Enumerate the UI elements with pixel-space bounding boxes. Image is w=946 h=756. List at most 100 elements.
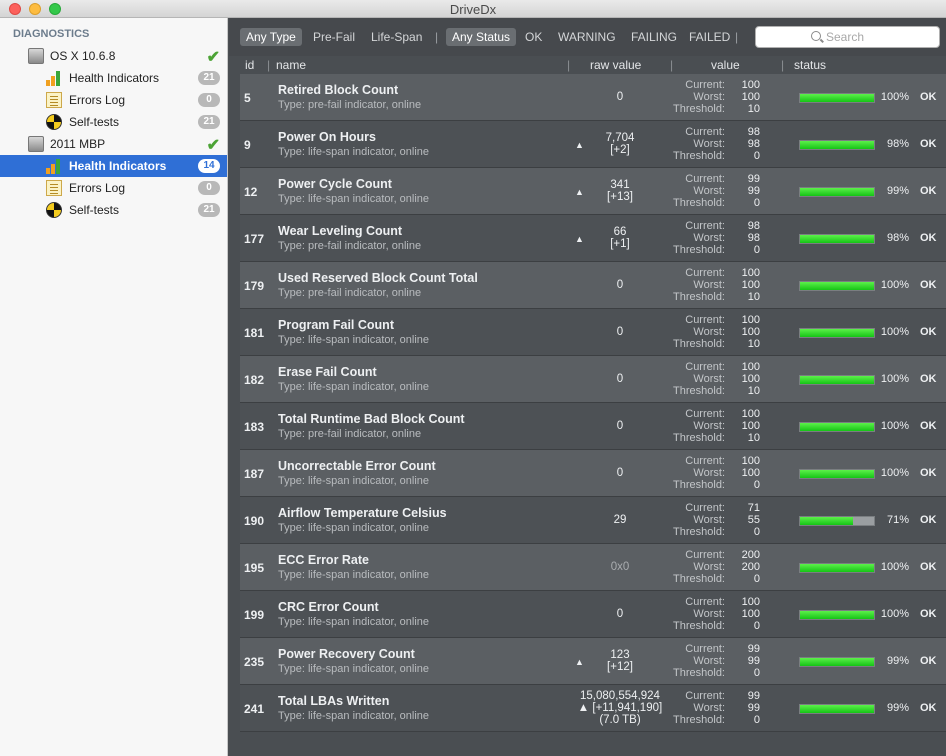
table-row[interactable]: 183 Total Runtime Bad Block Count Type: … bbox=[240, 403, 946, 450]
worst-label: Worst: bbox=[693, 702, 725, 714]
sidebar-item-errors-log[interactable]: Errors Log 0 bbox=[0, 177, 227, 199]
filter-any-type[interactable]: Any Type bbox=[240, 28, 302, 46]
health-percent: 99% bbox=[886, 702, 909, 714]
count-badge: 0 bbox=[198, 181, 220, 195]
column-header-name[interactable]: name bbox=[276, 58, 306, 72]
table-row[interactable]: 187 Uncorrectable Error Count Type: life… bbox=[240, 450, 946, 497]
attribute-type: Type: life-span indicator, online bbox=[278, 381, 430, 393]
status-text: OK bbox=[920, 326, 937, 338]
table-row[interactable]: 190 Airflow Temperature Celsius Type: li… bbox=[240, 497, 946, 544]
current-label: Current: bbox=[685, 455, 725, 467]
column-header-raw-value[interactable]: raw value bbox=[590, 58, 641, 72]
table-row[interactable]: 199 CRC Error Count Type: life-span indi… bbox=[240, 591, 946, 638]
worst-value: 200 bbox=[741, 561, 760, 573]
health-progress-fill bbox=[800, 235, 874, 243]
health-progress-bar bbox=[799, 140, 875, 150]
raw-value-line: 123 bbox=[610, 649, 630, 661]
column-header-id[interactable]: id bbox=[245, 58, 254, 72]
sidebar-item-health-indicators[interactable]: Health Indicators 14 bbox=[0, 155, 227, 177]
column-header-status[interactable]: status bbox=[794, 58, 826, 72]
health-percent: 99% bbox=[886, 655, 909, 667]
filter-pre-fail[interactable]: Pre-Fail bbox=[307, 28, 361, 46]
worst-label: Worst: bbox=[693, 420, 725, 432]
table-row[interactable]: 241 Total LBAs Written Type: life-span i… bbox=[240, 685, 946, 732]
current-label: Current: bbox=[685, 267, 725, 279]
search-input[interactable] bbox=[826, 29, 936, 45]
raw-value-line: 29 bbox=[613, 514, 627, 526]
worst-value: 98 bbox=[747, 138, 760, 150]
health-progress-bar bbox=[799, 610, 875, 620]
column-divider: | bbox=[267, 58, 271, 72]
worst-value: 55 bbox=[747, 514, 760, 526]
worst-value: 100 bbox=[741, 279, 760, 291]
threshold-label: Threshold: bbox=[673, 291, 725, 303]
threshold-label: Threshold: bbox=[673, 338, 725, 350]
status-text: OK bbox=[920, 467, 937, 479]
filter-life-span[interactable]: Life-Span bbox=[365, 28, 428, 46]
threshold-label: Threshold: bbox=[673, 573, 725, 585]
filter-failing[interactable]: FAILING bbox=[625, 28, 683, 46]
filter-failed[interactable]: FAILED bbox=[683, 28, 736, 46]
table-row[interactable]: 9 Power On Hours Type: life-span indicat… bbox=[240, 121, 946, 168]
value-block: Current: 98 Worst: 98 Threshold: 0 bbox=[640, 126, 760, 162]
worst-value: 100 bbox=[741, 467, 760, 479]
table-row[interactable]: 5 Retired Block Count Type: pre-fail ind… bbox=[240, 74, 946, 121]
table-row[interactable]: 235 Power Recovery Count Type: life-span… bbox=[240, 638, 946, 685]
threshold-label: Threshold: bbox=[673, 432, 725, 444]
current-label: Current: bbox=[685, 126, 725, 138]
raw-value-line: 0x0 bbox=[610, 561, 630, 573]
table-row[interactable]: 179 Used Reserved Block Count Total Type… bbox=[240, 262, 946, 309]
column-header-value[interactable]: value bbox=[711, 58, 740, 72]
attribute-type: Type: pre-fail indicator, online bbox=[278, 428, 422, 440]
table-row[interactable]: 182 Erase Fail Count Type: life-span ind… bbox=[240, 356, 946, 403]
attribute-type: Type: life-span indicator, online bbox=[278, 710, 430, 722]
table-row[interactable]: 12 Power Cycle Count Type: life-span ind… bbox=[240, 168, 946, 215]
threshold-value: 0 bbox=[753, 573, 760, 585]
current-label: Current: bbox=[685, 549, 725, 561]
threshold-value: 10 bbox=[747, 291, 760, 303]
filter-any-status[interactable]: Any Status bbox=[446, 28, 517, 46]
attribute-id: 9 bbox=[244, 138, 251, 152]
worst-label: Worst: bbox=[693, 138, 725, 150]
health-percent: 98% bbox=[886, 232, 909, 244]
current-value: 100 bbox=[741, 596, 760, 608]
sidebar-item-self-tests[interactable]: Self-tests 21 bbox=[0, 111, 227, 133]
worst-label: Worst: bbox=[693, 279, 725, 291]
filter-warning[interactable]: WARNING bbox=[552, 28, 622, 46]
current-value: 100 bbox=[741, 361, 760, 373]
search-field[interactable] bbox=[755, 26, 940, 48]
column-divider: | bbox=[781, 58, 785, 72]
raw-value-line: 341 bbox=[610, 179, 630, 191]
table-row[interactable]: 181 Program Fail Count Type: life-span i… bbox=[240, 309, 946, 356]
threshold-label: Threshold: bbox=[673, 103, 725, 115]
table-row[interactable]: 177 Wear Leveling Count Type: pre-fail i… bbox=[240, 215, 946, 262]
health-percent: 71% bbox=[886, 514, 909, 526]
threshold-label: Threshold: bbox=[673, 244, 725, 256]
attribute-name: Uncorrectable Error Count bbox=[278, 459, 436, 473]
threshold-value: 0 bbox=[753, 526, 760, 538]
sidebar-item-self-tests[interactable]: Self-tests 21 bbox=[0, 199, 227, 221]
health-progress-bar bbox=[799, 704, 875, 714]
current-value: 100 bbox=[741, 314, 760, 326]
threshold-value: 0 bbox=[753, 244, 760, 256]
raw-value-line: 0 bbox=[616, 373, 624, 385]
raw-value-line: [+2] bbox=[610, 144, 630, 156]
sidebar-item-errors-log[interactable]: Errors Log 0 bbox=[0, 89, 227, 111]
main-panel: Any Type Pre-Fail Life-Span | Any Status… bbox=[229, 18, 946, 756]
value-block: Current: 99 Worst: 99 Threshold: 0 bbox=[640, 690, 760, 726]
sidebar-drive-osx[interactable]: OS X 10.6.8 ✔ bbox=[0, 45, 227, 67]
current-value: 200 bbox=[741, 549, 760, 561]
value-block: Current: 100 Worst: 100 Threshold: 10 bbox=[640, 267, 760, 303]
filter-ok[interactable]: OK bbox=[519, 28, 548, 46]
sidebar-drive-2011-mbp[interactable]: 2011 MBP ✔ bbox=[0, 133, 227, 155]
status-text: OK bbox=[920, 185, 937, 197]
health-progress-bar bbox=[799, 234, 875, 244]
current-value: 100 bbox=[741, 455, 760, 467]
sidebar-item-health-indicators[interactable]: Health Indicators 21 bbox=[0, 67, 227, 89]
current-value: 100 bbox=[741, 267, 760, 279]
worst-label: Worst: bbox=[693, 467, 725, 479]
health-progress-fill bbox=[800, 705, 874, 713]
table-row[interactable]: 195 ECC Error Rate Type: life-span indic… bbox=[240, 544, 946, 591]
count-badge: 14 bbox=[198, 159, 220, 173]
status-text: OK bbox=[920, 561, 937, 573]
